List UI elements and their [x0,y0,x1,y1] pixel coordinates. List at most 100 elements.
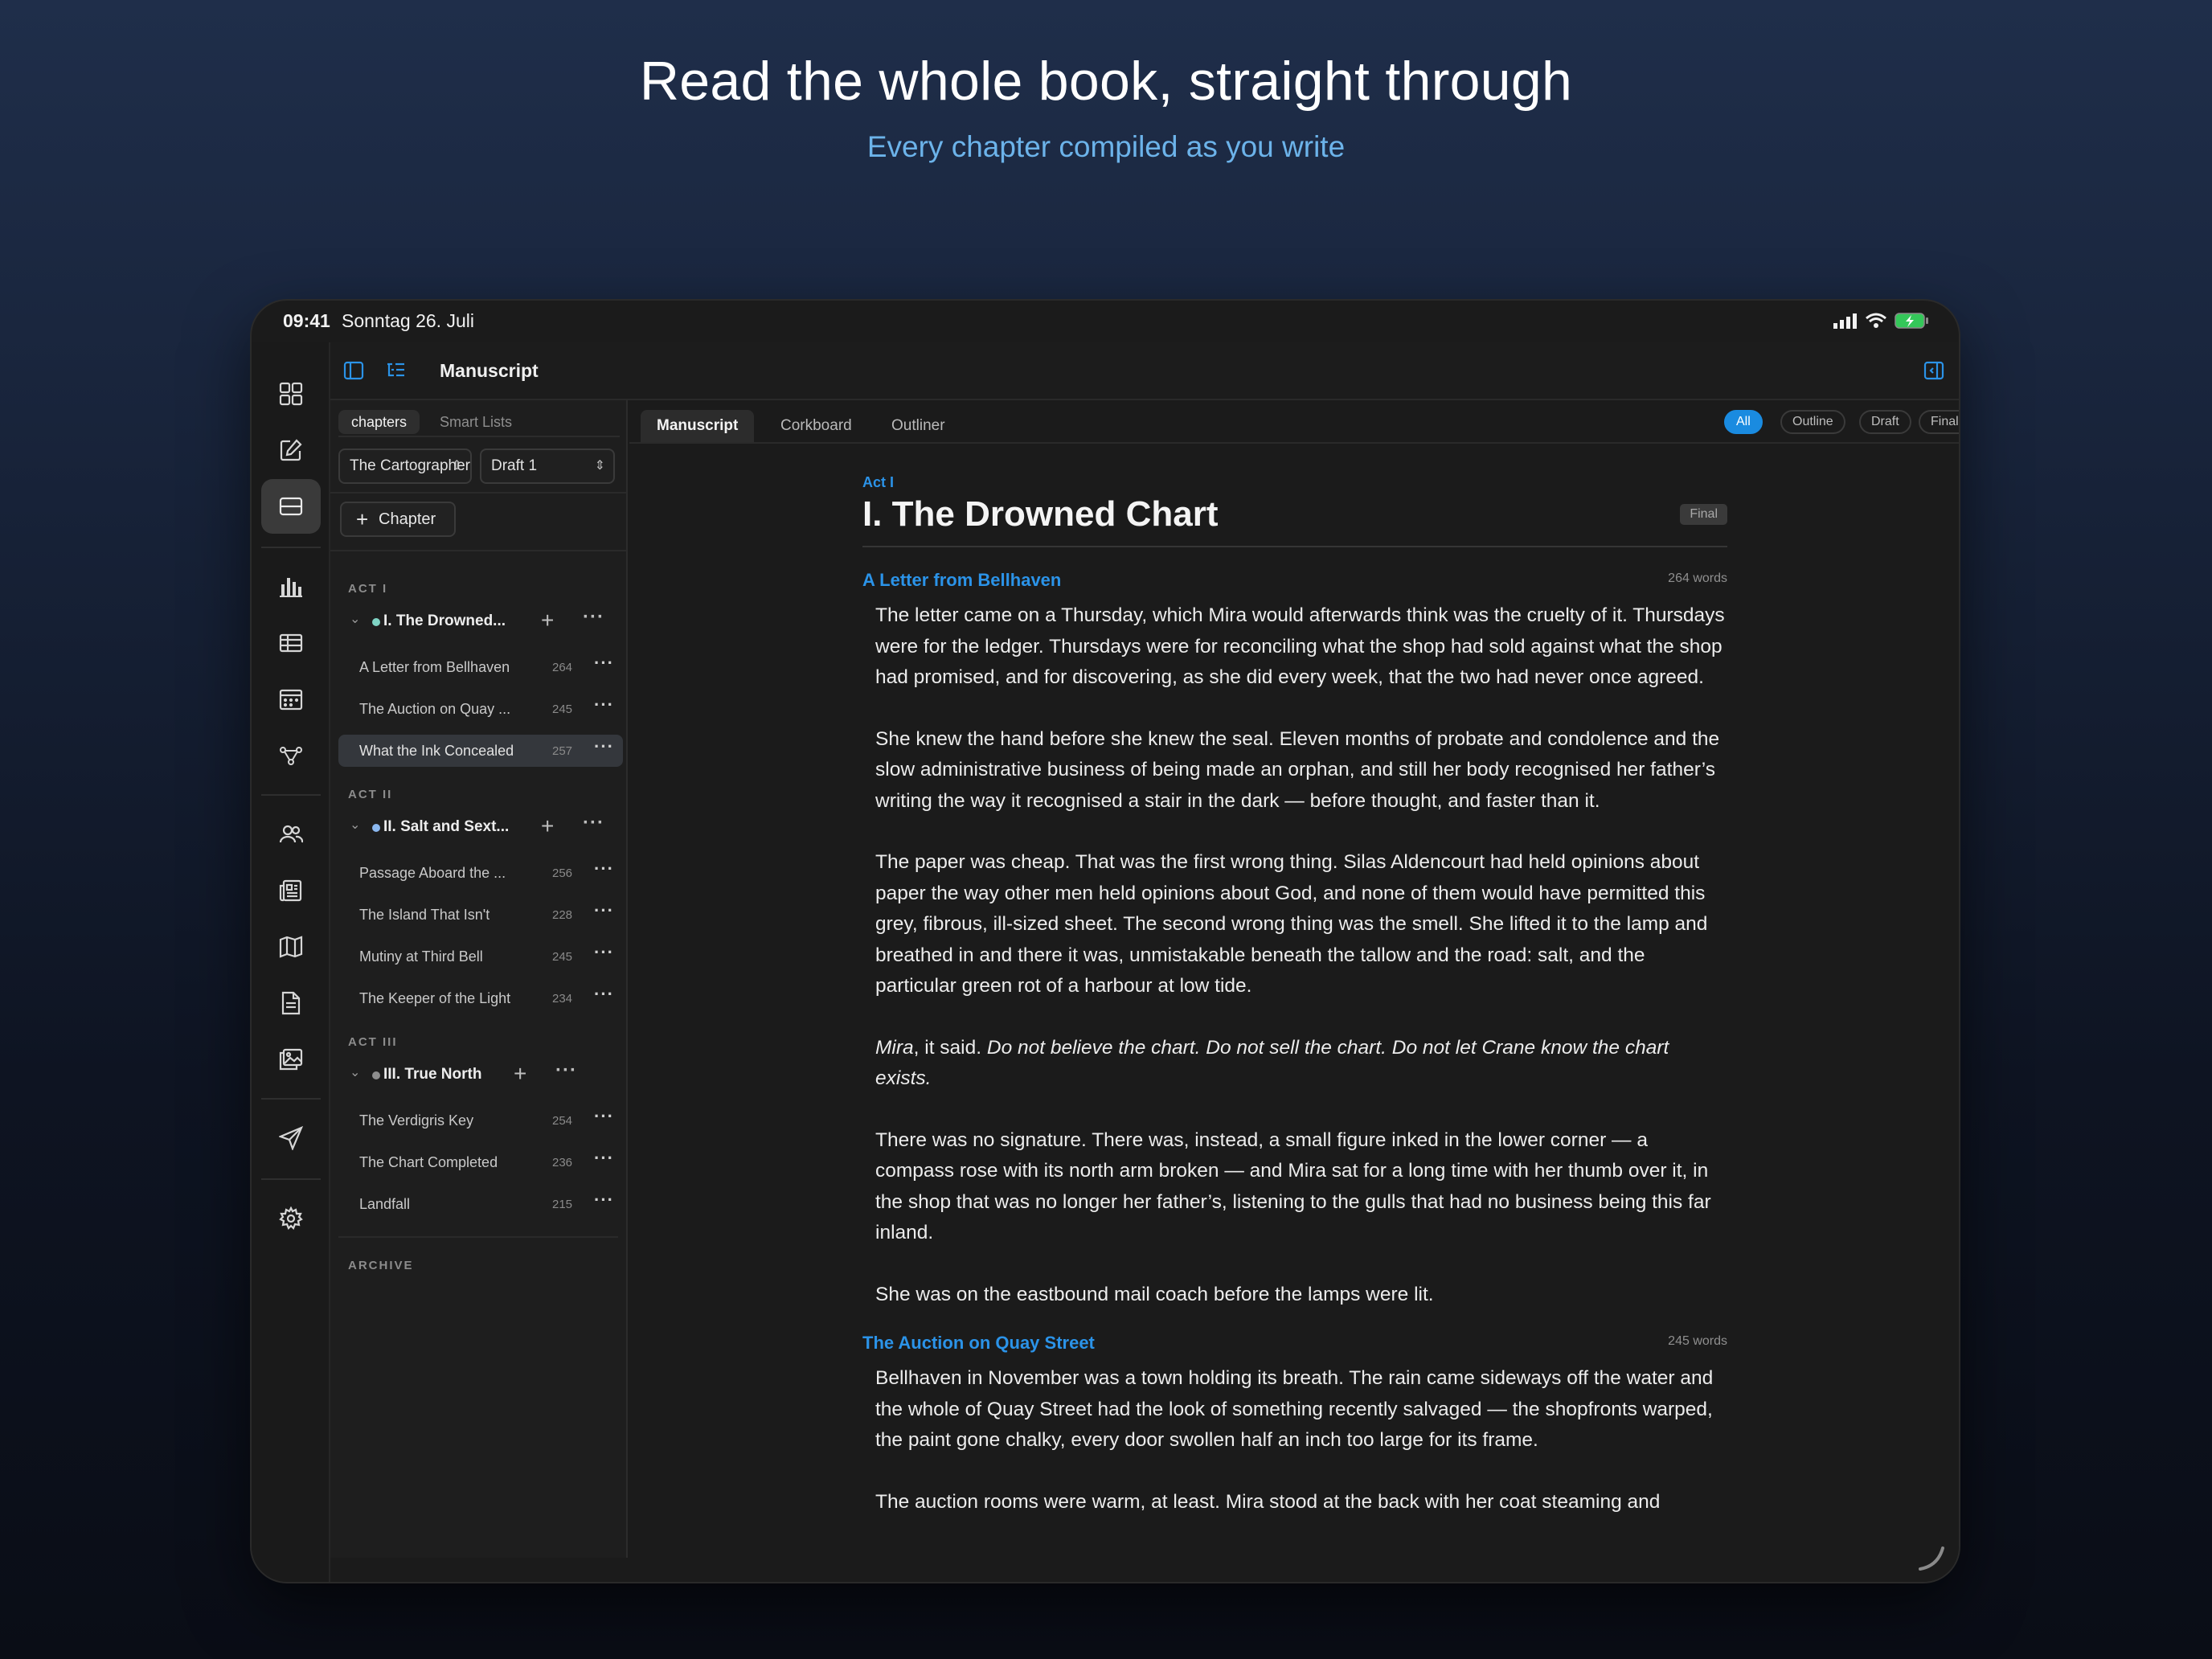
rail-calendar-button[interactable] [261,672,321,727]
more-options-button[interactable]: ··· [594,942,614,963]
scene-title: The Island That Isn't [359,907,490,923]
scene-header: A Letter from Bellhaven 264 words [862,570,1727,592]
scene-row[interactable]: The Keeper of the Light 234 ··· [338,982,623,1014]
tab-outliner[interactable]: Outliner [875,410,961,442]
filter-final[interactable]: Final [1919,410,1959,434]
scene-title[interactable]: A Letter from Bellhaven [862,570,1061,590]
more-options-button[interactable]: ··· [594,1106,614,1127]
chevron-down-icon[interactable]: ⌄ [350,817,360,833]
scene-word-count: 245 words [1668,1334,1727,1348]
manuscript-icon [279,497,303,516]
tab-corkboard[interactable]: Corkboard [764,410,868,442]
sidebar-divider [330,550,626,551]
scene-row[interactable]: Passage Aboard the ... 256 ··· [338,857,623,889]
toggle-sidebar-button[interactable] [343,360,364,385]
media-icon [279,1048,303,1071]
rail-media-button[interactable] [261,1032,321,1087]
scene-title: What the Ink Concealed [359,743,514,759]
chapter-row[interactable]: ⌄ I. The Drowned... + ··· [330,604,628,640]
plus-icon: + [356,507,369,531]
chapter-header: I. The Drowned Chart Final [862,494,1727,547]
more-options-button[interactable]: ··· [594,653,614,674]
resize-handle-icon[interactable] [1915,1542,1948,1574]
scene-row[interactable]: Landfall 215 ··· [338,1188,623,1220]
add-chapter-label: Chapter [379,510,436,528]
rail-notes-button[interactable] [261,863,321,918]
more-options-button[interactable]: ··· [594,858,614,879]
segment-smart-lists[interactable]: Smart Lists [427,410,525,434]
book-select[interactable]: The Cartographer ⇕ [338,449,472,484]
chapter-title: II. Salt and Sext... [383,818,510,835]
chapter-status-dot [372,618,380,626]
rail-manuscript-button[interactable] [261,479,321,534]
rail-document-button[interactable] [261,976,321,1030]
scene-row[interactable]: Mutiny at Third Bell 245 ··· [338,940,623,973]
scene-title: Landfall [359,1196,411,1212]
more-options-button[interactable]: ··· [594,1190,614,1210]
scene-row-selected[interactable]: What the Ink Concealed 257 ··· [338,735,623,767]
hero-subtitle: Every chapter compiled as you write [866,130,1346,163]
scene-title: Passage Aboard the ... [359,865,506,881]
rail-settings-button[interactable] [261,1191,321,1246]
archive-label[interactable]: ARCHIVE [348,1259,414,1272]
more-options-button[interactable]: ··· [594,736,614,757]
add-scene-button[interactable]: + [541,608,554,633]
sidebar-divider [330,492,626,494]
more-options-button[interactable]: ··· [555,1059,577,1082]
add-chapter-button[interactable]: + Chapter [340,502,456,537]
more-options-button[interactable]: ··· [594,984,614,1005]
scene-header: The Auction on Quay Street 245 words [862,1333,1727,1355]
more-options-button[interactable]: ··· [594,900,614,921]
rail-graph-button[interactable] [261,728,321,783]
scene-title[interactable]: The Auction on Quay Street [862,1333,1095,1353]
icon-rail [252,342,330,1582]
draft-select[interactable]: Draft 1 ⇕ [480,449,615,484]
binder-sidebar: chapters Smart Lists The Cartographer ⇕ … [330,400,628,1558]
scene-title: A Letter from Bellhaven [359,659,510,675]
rail-send-button[interactable] [261,1111,321,1165]
stats-icon [280,578,302,597]
paragraph: The auction rooms were warm, at least. M… [875,1490,1661,1513]
scene-word-count: 264 [552,661,573,674]
scene-row[interactable]: A Letter from Bellhaven 264 ··· [338,651,623,683]
rail-table-button[interactable] [261,616,321,670]
add-scene-button[interactable]: + [541,813,554,839]
manuscript-document[interactable]: Act I I. The Drowned Chart Final A Lette… [862,452,1727,1548]
rail-grid-button[interactable] [261,367,321,421]
settings-icon [279,1206,303,1230]
status-date: Sonntag 26. Juli [342,310,474,331]
more-options-button[interactable]: ··· [594,694,614,715]
act-label: ACT I [348,582,388,596]
rail-compose-button[interactable] [261,423,321,477]
status-bar: 09:41 Sonntag 26. Juli [252,301,1959,342]
rail-map-button[interactable] [261,920,321,974]
filter-all[interactable]: All [1724,410,1763,434]
document-icon [281,991,301,1015]
inspector-toggle-button[interactable] [1923,360,1944,385]
tab-manuscript[interactable]: Manuscript [641,410,755,442]
rail-characters-button[interactable] [261,807,321,862]
filter-draft[interactable]: Draft [1859,410,1911,434]
rail-stats-button[interactable] [261,559,321,614]
top-toolbar: Manuscript [330,342,1959,400]
sidebar-segmented-control: chapters Smart Lists [338,408,620,437]
outline-view-button[interactable] [385,360,406,385]
more-options-button[interactable]: ··· [583,812,604,834]
chevron-down-icon[interactable]: ⌄ [350,1064,360,1080]
add-scene-button[interactable]: + [514,1061,526,1087]
more-options-button[interactable]: ··· [594,1148,614,1169]
chapter-row[interactable]: ⌄ III. True North + ··· [330,1058,628,1093]
chevron-down-icon[interactable]: ⌄ [350,611,360,627]
table-icon [279,633,303,653]
segment-chapters[interactable]: chapters [338,410,420,434]
scene-row[interactable]: The Verdigris Key 254 ··· [338,1104,623,1137]
scene-word-count: 228 [552,908,573,922]
scene-row[interactable]: The Island That Isn't 228 ··· [338,899,623,931]
scene-row[interactable]: The Auction on Quay ... 245 ··· [338,693,623,725]
chapter-row[interactable]: ⌄ II. Salt and Sext... + ··· [330,810,628,846]
chapter-title: III. True North [383,1066,482,1083]
filter-outline[interactable]: Outline [1780,410,1845,434]
scene-row[interactable]: The Chart Completed 236 ··· [338,1146,623,1178]
more-options-button[interactable]: ··· [583,606,604,629]
chapter-title: I. The Drowned Chart [862,494,1219,534]
